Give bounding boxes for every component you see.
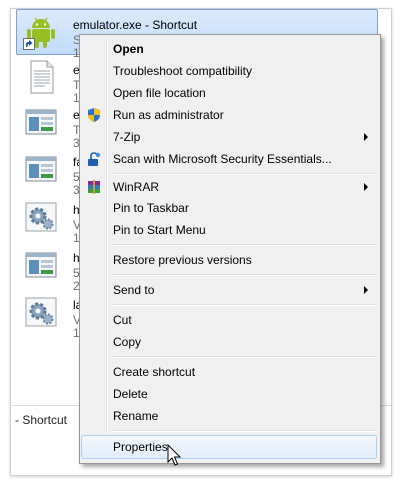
menu-separator <box>110 304 378 306</box>
menu-item-copy[interactable]: Copy <box>82 331 376 353</box>
menu-item-7-zip[interactable]: 7-Zip <box>82 126 376 148</box>
menu-item-restore-previous-versions[interactable]: Restore previous versions <box>82 249 376 271</box>
menu-item-rename[interactable]: Rename <box>82 405 376 427</box>
menu-item-troubleshoot-compatibility[interactable]: Troubleshoot compatibility <box>82 60 376 82</box>
menu-separator <box>110 173 378 175</box>
text-file-icon <box>30 60 54 94</box>
menu-item-label: Run as administrator <box>113 108 224 122</box>
menu-item-open-file-location[interactable]: Open file location <box>82 82 376 104</box>
menu-item-send-to[interactable]: Send to <box>82 279 376 301</box>
menu-item-label: Open <box>113 42 144 56</box>
menu-item-label: Cut <box>113 313 132 327</box>
shortcut-arrow-icon <box>23 38 35 50</box>
window-app-icon <box>25 156 57 182</box>
winrar-icon <box>88 180 100 194</box>
menu-item-run-as-administrator[interactable]: Run as administrator <box>82 104 376 126</box>
file-name: emulator.exe - Shortcut <box>73 18 198 32</box>
mouse-pointer-icon <box>167 444 182 466</box>
menu-item-delete[interactable]: Delete <box>82 383 376 405</box>
menu-separator <box>110 356 378 358</box>
window-app-icon <box>25 252 57 278</box>
menu-separator <box>110 244 378 246</box>
context-menu: Open Troubleshoot compatibility Open fil… <box>79 34 381 464</box>
uac-shield-icon <box>88 108 100 122</box>
menu-separator <box>110 430 378 432</box>
menu-item-create-shortcut[interactable]: Create shortcut <box>82 361 376 383</box>
menu-item-pin-to-taskbar[interactable]: Pin to Taskbar <box>82 197 376 219</box>
menu-item-label: Pin to Start Menu <box>113 223 206 237</box>
security-essentials-icon <box>88 152 101 166</box>
menu-item-properties[interactable]: Properties <box>81 435 377 459</box>
menu-separator <box>110 274 378 276</box>
menu-item-label: Delete <box>113 387 148 401</box>
menu-item-label: Properties <box>113 440 168 454</box>
menu-item-label: Troubleshoot compatibility <box>113 64 252 78</box>
menu-item-label: Scan with Microsoft Security Essentials.… <box>113 152 332 166</box>
menu-item-winrar[interactable]: WinRAR <box>82 176 376 198</box>
details-pane-label: - Shortcut <box>15 413 68 427</box>
menu-item-label: 7-Zip <box>113 130 141 144</box>
submenu-arrow-icon <box>364 183 368 191</box>
menu-item-label: Pin to Taskbar <box>113 201 189 215</box>
window-app-icon <box>25 109 57 135</box>
menu-item-cut[interactable]: Cut <box>82 309 376 331</box>
menu-item-label: Restore previous versions <box>113 253 252 267</box>
menu-item-label: Send to <box>113 283 155 297</box>
submenu-arrow-icon <box>364 286 368 294</box>
menu-item-pin-to-start-menu[interactable]: Pin to Start Menu <box>82 219 376 241</box>
gear-app-icon <box>25 297 57 327</box>
submenu-arrow-icon <box>364 133 368 141</box>
menu-item-label: Open file location <box>113 86 206 100</box>
menu-item-open[interactable]: Open <box>82 38 376 60</box>
menu-item-label: Create shortcut <box>113 365 196 379</box>
gear-app-icon <box>25 202 57 232</box>
menu-item-label: Rename <box>113 409 159 423</box>
menu-item-scan-security-essentials[interactable]: Scan with Microsoft Security Essentials.… <box>82 148 376 170</box>
menu-item-label: Copy <box>113 335 142 349</box>
menu-item-label: WinRAR <box>113 180 160 194</box>
